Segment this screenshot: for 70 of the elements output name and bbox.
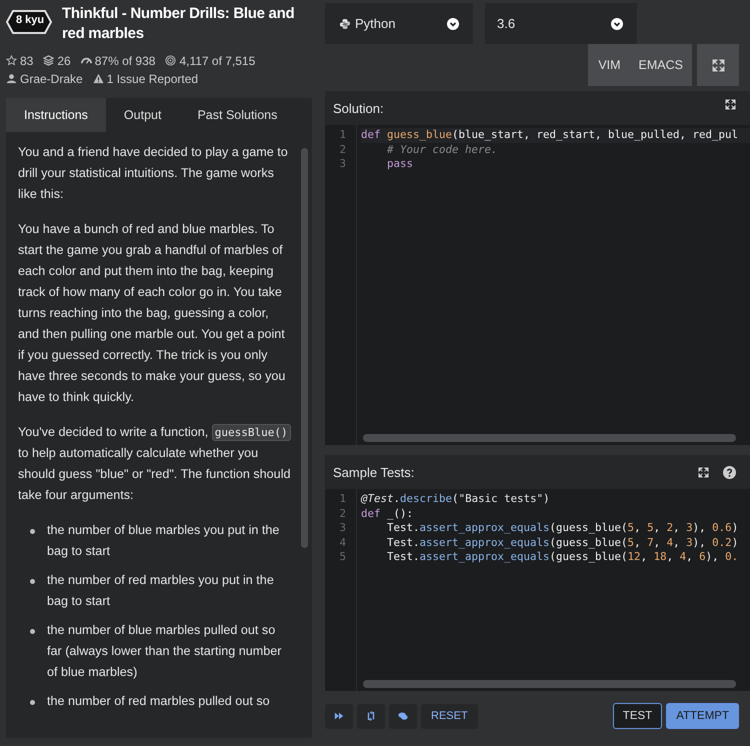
version-select[interactable]: 3.6 [485, 3, 637, 44]
fullscreen-button[interactable] [697, 44, 739, 86]
stat-text: 1 Issue Reported [106, 72, 198, 86]
code-line: pass [386, 157, 414, 172]
bullet-icon [30, 700, 35, 705]
editor-title: Solution: [333, 100, 385, 116]
gauge-icon [80, 55, 92, 66]
line-number: 4 [339, 536, 346, 550]
python-logo-icon [339, 18, 351, 30]
list-item-text: the number of red marbles pulled out so [47, 693, 270, 710]
editor-title: Sample Tests: [333, 464, 416, 480]
refresh-icon [366, 711, 376, 721]
expand-icon[interactable] [698, 466, 709, 478]
expand-icon [712, 58, 724, 72]
line-number: 3 [339, 157, 346, 172]
reset-button[interactable]: RESET [421, 704, 478, 728]
code-line: def _(): [361, 506, 414, 521]
attempt-button[interactable]: ATTEMPT [666, 703, 739, 729]
list-item-text: the number of red marbles you put in the bag to start [47, 572, 275, 610]
code-line: Test.assert_approx_equals(guess_blue(12, 18, 4, 6), 0. [386, 550, 740, 564]
line-number: 2 [339, 142, 346, 157]
line-number: 1 [339, 492, 346, 506]
rank-badge [6, 10, 52, 34]
chevron-down-icon [447, 18, 459, 30]
code-line: # Your code here. [386, 142, 499, 157]
stat-text: 26 [57, 54, 71, 68]
stat-text: 83 [20, 54, 34, 68]
skip-button[interactable] [325, 704, 353, 728]
bullet-icon [30, 579, 35, 584]
kata-title: Thinkful - Number Drills: Blue and red marbles [62, 4, 296, 44]
scrollbar[interactable] [363, 680, 736, 688]
help-icon[interactable] [723, 466, 736, 478]
list-item-text: the number of blue marbles you put in the bag to start [47, 522, 280, 560]
line-number: 3 [339, 521, 346, 536]
bullet-icon [30, 629, 35, 634]
comments-button[interactable] [389, 704, 417, 728]
description-paragraph: You have a bunch of red and blue marbles. To start the game you grab a handful of marbles of each color and put them into the bag, keeping track of how many of each color go in. You take turns reaching into the bag, guessing a color, and then pulling one marble out. You get a point if you guessed correctly. The trick is you only have three seconds to make your guess, so you have to think quickly. [18, 221, 286, 406]
line-number: 5 [339, 550, 346, 564]
star-icon [6, 55, 17, 66]
chevron-down-icon [611, 18, 623, 30]
language-select[interactable]: Python [325, 3, 473, 44]
stat-text: 4,117 of 7,515 [179, 54, 256, 68]
tab[interactable]: Instructions [6, 98, 106, 132]
editor-mode-button[interactable]: EMACS [630, 44, 692, 86]
list-item-text: the number of blue marbles pulled out so far (always lower than the starting number of blue marbles) [47, 622, 282, 681]
line-number: 1 [339, 128, 346, 142]
editor-mode-button[interactable]: VIM [588, 44, 630, 86]
layers-icon [43, 55, 54, 66]
author-link[interactable]: Grae-Drake [20, 72, 83, 86]
bullet-icon [30, 529, 35, 534]
warning-icon [92, 73, 104, 84]
code-line: @Test.describe("Basic tests") [361, 492, 551, 506]
expand-icon[interactable] [725, 99, 736, 110]
tab[interactable]: Past Solutions [179, 98, 296, 132]
description-paragraph: You've decided to write a function, guessBlue() to help automatically calculate whether you should guess "blue" or "red". The function should take four arguments: [18, 423, 292, 504]
code-line: Test.assert_approx_equals(guess_blue(5, 5, 2, 3), 0.6) [386, 521, 740, 536]
line-number: 2 [339, 506, 346, 521]
description-paragraph: You and a friend have decided to play a game to drill your statistical intuitions. The game works like this: [18, 144, 289, 203]
refresh-button[interactable] [357, 704, 385, 728]
scrollbar[interactable] [301, 148, 308, 548]
fast-forward-icon [334, 711, 344, 721]
stat-text: 87% of 938 [94, 54, 156, 68]
user-icon [6, 73, 17, 84]
test-button[interactable]: TEST [612, 703, 662, 729]
scrollbar[interactable] [363, 434, 736, 442]
chat-icon [398, 711, 408, 721]
target-icon [165, 55, 176, 66]
code-line: Test.assert_approx_equals(guess_blue(5, 7, 4, 3), 0.2) [386, 536, 740, 550]
rank-label: 8 kyu [16, 14, 44, 26]
tab[interactable]: Output [106, 98, 180, 132]
